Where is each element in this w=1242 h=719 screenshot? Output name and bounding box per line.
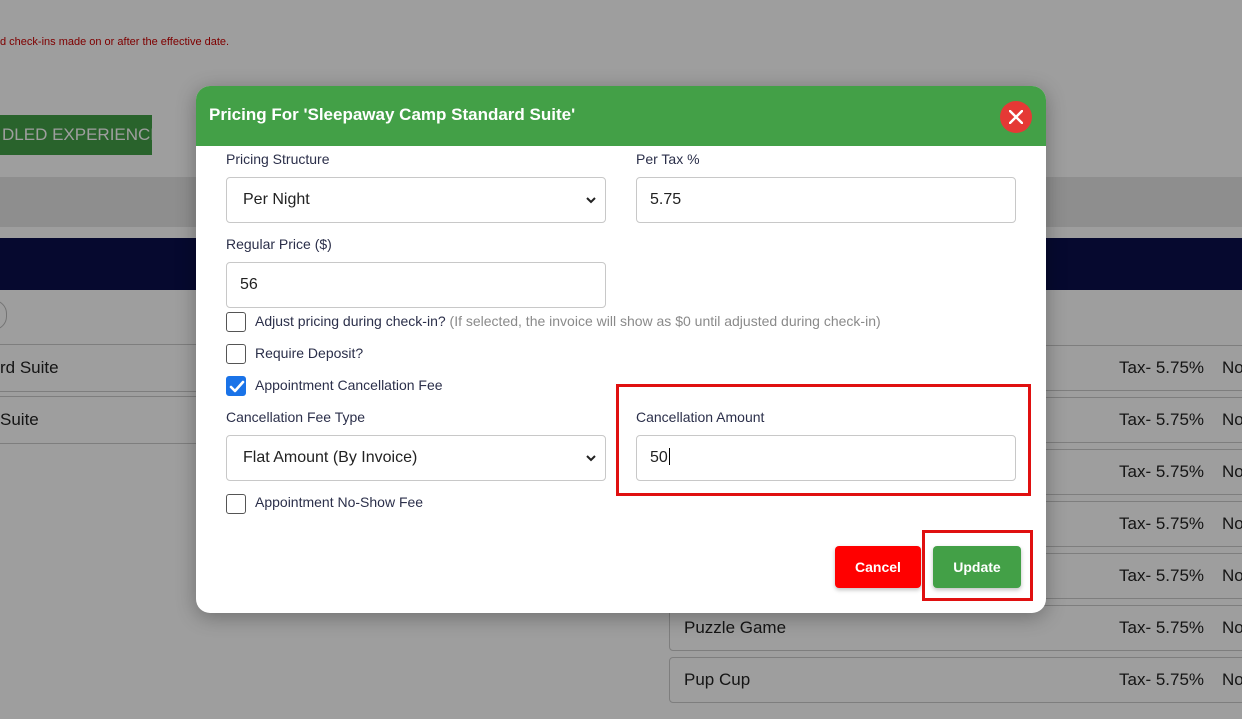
no-show-fee-label: Appointment No-Show Fee	[255, 494, 424, 510]
adjust-pricing-label-group: Adjust pricing during check-in? (If sele…	[255, 313, 881, 329]
adjust-pricing-checkbox[interactable]	[226, 312, 246, 332]
require-deposit-label: Require Deposit?	[255, 345, 364, 361]
close-icon	[1009, 110, 1023, 124]
cancel-button[interactable]: Cancel	[835, 546, 921, 588]
regular-price-label: Regular Price ($)	[226, 236, 332, 252]
check-icon	[229, 380, 245, 393]
no-show-fee-checkbox[interactable]	[226, 494, 246, 514]
modal-title: Pricing For 'Sleepaway Camp Standard Sui…	[209, 105, 576, 124]
cancellation-fee-label: Appointment Cancellation Fee	[255, 377, 443, 393]
per-tax-input[interactable]: 5.75	[636, 177, 1016, 223]
regular-price-value: 56	[240, 276, 258, 293]
cancellation-fee-checkbox[interactable]	[226, 376, 246, 396]
cancellation-amount-highlight	[616, 384, 1031, 496]
adjust-pricing-hint: (If selected, the invoice will show as $…	[449, 313, 881, 329]
cancellation-fee-type-value: Flat Amount (By Invoice)	[243, 449, 418, 466]
modal-header: Pricing For 'Sleepaway Camp Standard Sui…	[196, 86, 1046, 146]
chevron-down-icon	[586, 455, 596, 462]
pricing-modal: Pricing For 'Sleepaway Camp Standard Sui…	[196, 86, 1046, 613]
require-deposit-checkbox[interactable]	[226, 344, 246, 364]
update-button-highlight	[922, 530, 1033, 601]
pricing-structure-label: Pricing Structure	[226, 151, 330, 167]
per-tax-label: Per Tax %	[636, 151, 700, 167]
chevron-down-icon	[586, 197, 596, 204]
cancellation-fee-type-select[interactable]: Flat Amount (By Invoice)	[226, 435, 606, 481]
per-tax-value: 5.75	[650, 191, 682, 208]
pricing-structure-select[interactable]: Per Night	[226, 177, 606, 223]
adjust-pricing-label: Adjust pricing during check-in?	[255, 313, 446, 329]
close-button[interactable]	[1000, 101, 1032, 133]
regular-price-input[interactable]: 56	[226, 262, 606, 308]
cancellation-fee-type-label: Cancellation Fee Type	[226, 409, 366, 425]
pricing-structure-value: Per Night	[243, 191, 310, 208]
